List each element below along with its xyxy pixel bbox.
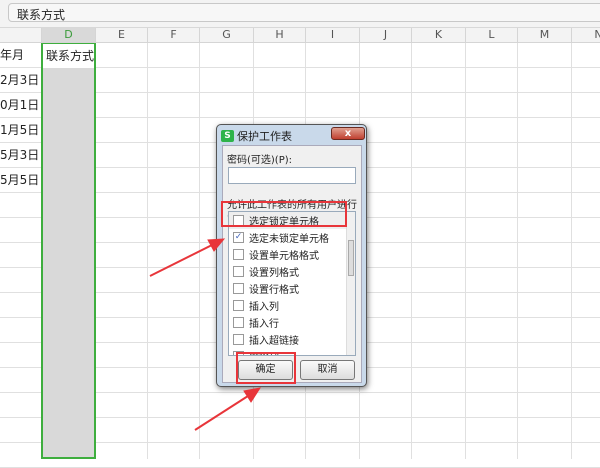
arrow-head-icon bbox=[243, 387, 262, 403]
arrow-head-icon bbox=[207, 238, 226, 252]
annotation-arrows bbox=[149, 238, 262, 431]
arrow-to-ok bbox=[194, 395, 249, 431]
arrow-to-option bbox=[149, 244, 213, 277]
